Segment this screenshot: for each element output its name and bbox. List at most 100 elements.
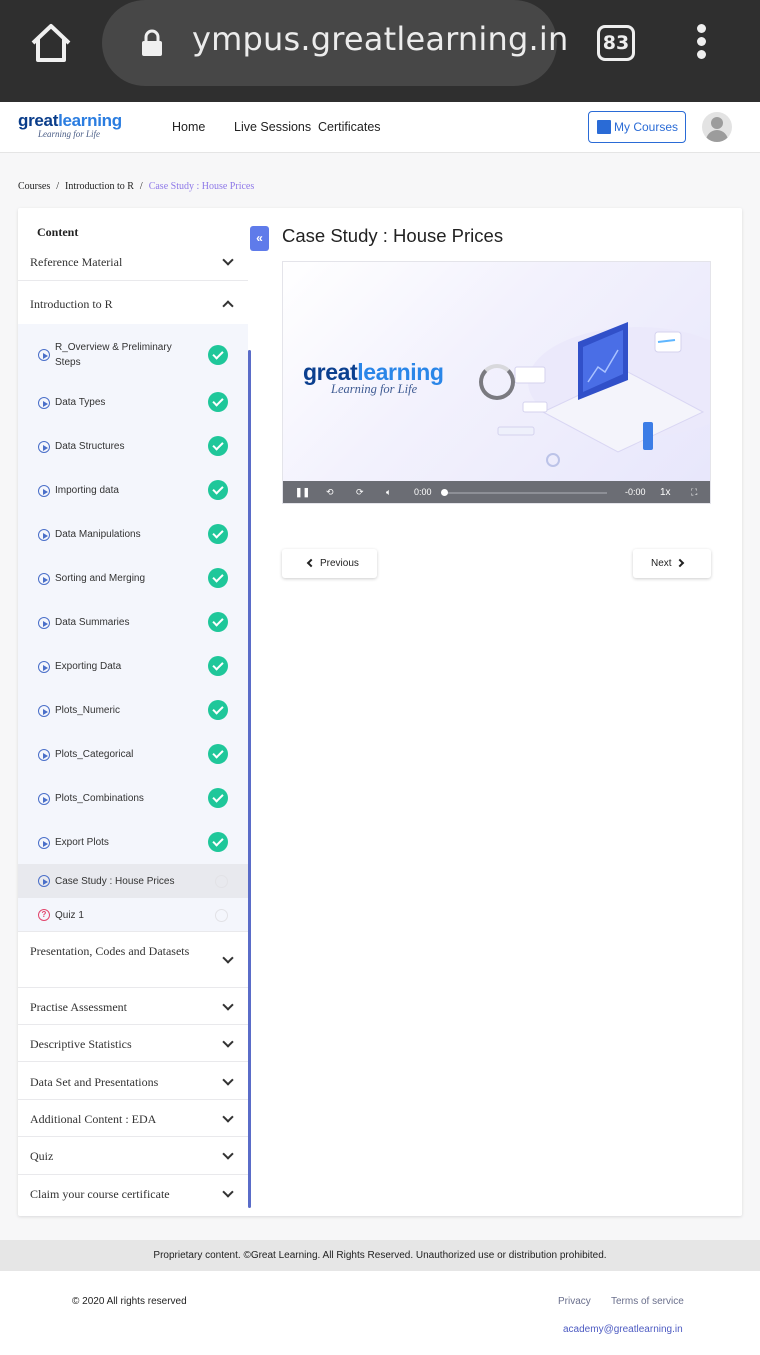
progress-ring-icon bbox=[215, 909, 228, 922]
privacy-link[interactable]: Privacy bbox=[558, 1296, 591, 1307]
lesson-item[interactable]: Plots_Numeric bbox=[18, 698, 248, 722]
pause-icon[interactable]: ❚❚ bbox=[295, 487, 310, 498]
copyright-text: © 2020 All rights reserved bbox=[72, 1296, 187, 1307]
lesson-item[interactable]: Exporting Data bbox=[18, 654, 248, 678]
play-circle-icon bbox=[38, 485, 50, 497]
lesson-item[interactable]: Plots_Combinations bbox=[18, 786, 248, 810]
check-circle-icon bbox=[208, 524, 228, 544]
lesson-item[interactable]: Data Manipulations bbox=[18, 522, 248, 546]
check-circle-icon bbox=[208, 345, 228, 365]
check-circle-icon bbox=[208, 392, 228, 412]
lesson-item[interactable]: Data Types bbox=[18, 390, 248, 414]
nav-live-sessions[interactable]: Live Sessions bbox=[234, 120, 311, 134]
play-circle-icon bbox=[38, 661, 50, 673]
chevron-down-icon bbox=[222, 952, 234, 964]
chevron-left-icon bbox=[306, 558, 316, 568]
section-presentation-codes[interactable]: Presentation, Codes and Datasets bbox=[18, 931, 248, 988]
lesson-item[interactable]: Export Plots bbox=[18, 830, 248, 854]
check-circle-icon bbox=[208, 436, 228, 456]
play-circle-icon bbox=[38, 441, 50, 453]
greatlearning-logo[interactable]: greatlearning Learning for Life bbox=[18, 111, 122, 139]
quiz-item[interactable]: ? Quiz 1 bbox=[18, 903, 248, 927]
collapse-left-icon[interactable]: « bbox=[250, 226, 269, 251]
lesson-item[interactable]: Importing data bbox=[18, 478, 248, 502]
section-additional-content-eda[interactable]: Additional Content : EDA bbox=[18, 1100, 248, 1137]
play-circle-icon bbox=[38, 705, 50, 717]
footer-notice: Proprietary content. ©Great Learning. Al… bbox=[0, 1240, 760, 1271]
chevron-right-icon bbox=[675, 558, 685, 568]
book-icon bbox=[597, 120, 611, 134]
play-circle-icon bbox=[38, 749, 50, 761]
check-circle-icon bbox=[208, 612, 228, 632]
section-descriptive-statistics[interactable]: Descriptive Statistics bbox=[18, 1025, 248, 1062]
nav-home[interactable]: Home bbox=[172, 120, 205, 134]
lesson-item[interactable]: R_Overview & Preliminary Steps bbox=[18, 335, 248, 379]
url-text[interactable]: ympus.greatlearning.in bbox=[192, 20, 568, 58]
volume-icon[interactable]: 🔈︎ bbox=[386, 487, 391, 498]
check-circle-icon bbox=[208, 788, 228, 808]
check-circle-icon bbox=[208, 700, 228, 720]
section-practise-assessment[interactable]: Practise Assessment bbox=[18, 988, 248, 1025]
nav-certificates[interactable]: Certificates bbox=[318, 120, 381, 134]
play-circle-icon bbox=[38, 529, 50, 541]
loading-spinner-icon bbox=[479, 364, 515, 400]
browser-toolbar: ympus.greatlearning.in 83 bbox=[0, 0, 760, 102]
email-link[interactable]: academy@greatlearning.in bbox=[563, 1324, 683, 1335]
breadcrumb-courses[interactable]: Courses bbox=[18, 181, 50, 192]
sidebar-scrollbar[interactable] bbox=[248, 350, 251, 1208]
lesson-item-active[interactable]: Case Study : House Prices bbox=[18, 864, 248, 898]
video-progress-handle[interactable] bbox=[441, 489, 448, 496]
previous-button[interactable]: Previous bbox=[282, 549, 377, 578]
progress-ring-icon bbox=[215, 875, 228, 888]
video-controls: ❚❚ ⟲ ⟳ 🔈︎ 0:00 -0:00 1x ⛶ bbox=[283, 481, 710, 503]
section-data-set-presentations[interactable]: Data Set and Presentations bbox=[18, 1062, 248, 1100]
play-circle-icon bbox=[38, 837, 50, 849]
next-button[interactable]: Next bbox=[633, 549, 711, 578]
breadcrumb-current: Case Study : House Prices bbox=[148, 181, 255, 192]
page-title: Case Study : House Prices bbox=[282, 225, 504, 246]
video-player[interactable]: greatlearning Learning for Life ❚❚ ⟲ ⟳ 🔈… bbox=[282, 261, 711, 504]
check-circle-icon bbox=[208, 832, 228, 852]
quiz-icon: ? bbox=[38, 909, 50, 921]
chevron-down-icon bbox=[222, 1036, 234, 1048]
home-icon[interactable] bbox=[28, 22, 74, 64]
sidebar-heading: Content bbox=[37, 225, 79, 239]
section-reference-material[interactable]: Reference Material bbox=[18, 245, 248, 281]
lock-icon bbox=[142, 29, 162, 56]
chevron-down-icon bbox=[222, 1111, 234, 1123]
time-current: 0:00 bbox=[414, 487, 432, 497]
section-quiz[interactable]: Quiz bbox=[18, 1137, 248, 1175]
play-circle-icon bbox=[38, 573, 50, 585]
tab-switcher-button[interactable]: 83 bbox=[597, 25, 635, 61]
breadcrumb-course[interactable]: Introduction to R bbox=[65, 181, 134, 192]
rewind-icon[interactable]: ⟲ bbox=[326, 487, 334, 498]
check-circle-icon bbox=[208, 656, 228, 676]
chevron-down-icon bbox=[222, 1074, 234, 1086]
speed-button[interactable]: 1x bbox=[660, 487, 671, 498]
chevron-down-icon bbox=[222, 254, 234, 266]
section-claim-certificate[interactable]: Claim your course certificate bbox=[18, 1175, 248, 1213]
chevron-down-icon bbox=[222, 1186, 234, 1198]
play-circle-icon bbox=[38, 349, 50, 361]
play-circle-icon bbox=[38, 617, 50, 629]
fullscreen-icon[interactable]: ⛶ bbox=[691, 487, 697, 498]
user-avatar-icon[interactable] bbox=[702, 112, 732, 142]
my-courses-button[interactable]: My Courses bbox=[588, 111, 686, 143]
play-circle-icon bbox=[38, 397, 50, 409]
lesson-item[interactable]: Plots_Categorical bbox=[18, 742, 248, 766]
video-logo: greatlearning Learning for Life bbox=[303, 359, 444, 396]
terms-link[interactable]: Terms of service bbox=[611, 1296, 684, 1307]
check-circle-icon bbox=[208, 480, 228, 500]
lesson-item[interactable]: Data Summaries bbox=[18, 610, 248, 634]
check-circle-icon bbox=[208, 568, 228, 588]
play-circle-icon bbox=[38, 793, 50, 805]
menu-kebab-icon[interactable] bbox=[694, 24, 708, 62]
lesson-item[interactable]: Data Structures bbox=[18, 434, 248, 458]
play-circle-icon bbox=[38, 875, 50, 887]
chevron-up-icon bbox=[222, 300, 234, 312]
section-introduction-to-r[interactable]: Introduction to R bbox=[18, 282, 248, 324]
forward-icon[interactable]: ⟳ bbox=[356, 487, 364, 498]
check-circle-icon bbox=[208, 744, 228, 764]
lesson-item[interactable]: Sorting and Merging bbox=[18, 566, 248, 590]
video-progress-track[interactable] bbox=[445, 492, 607, 494]
